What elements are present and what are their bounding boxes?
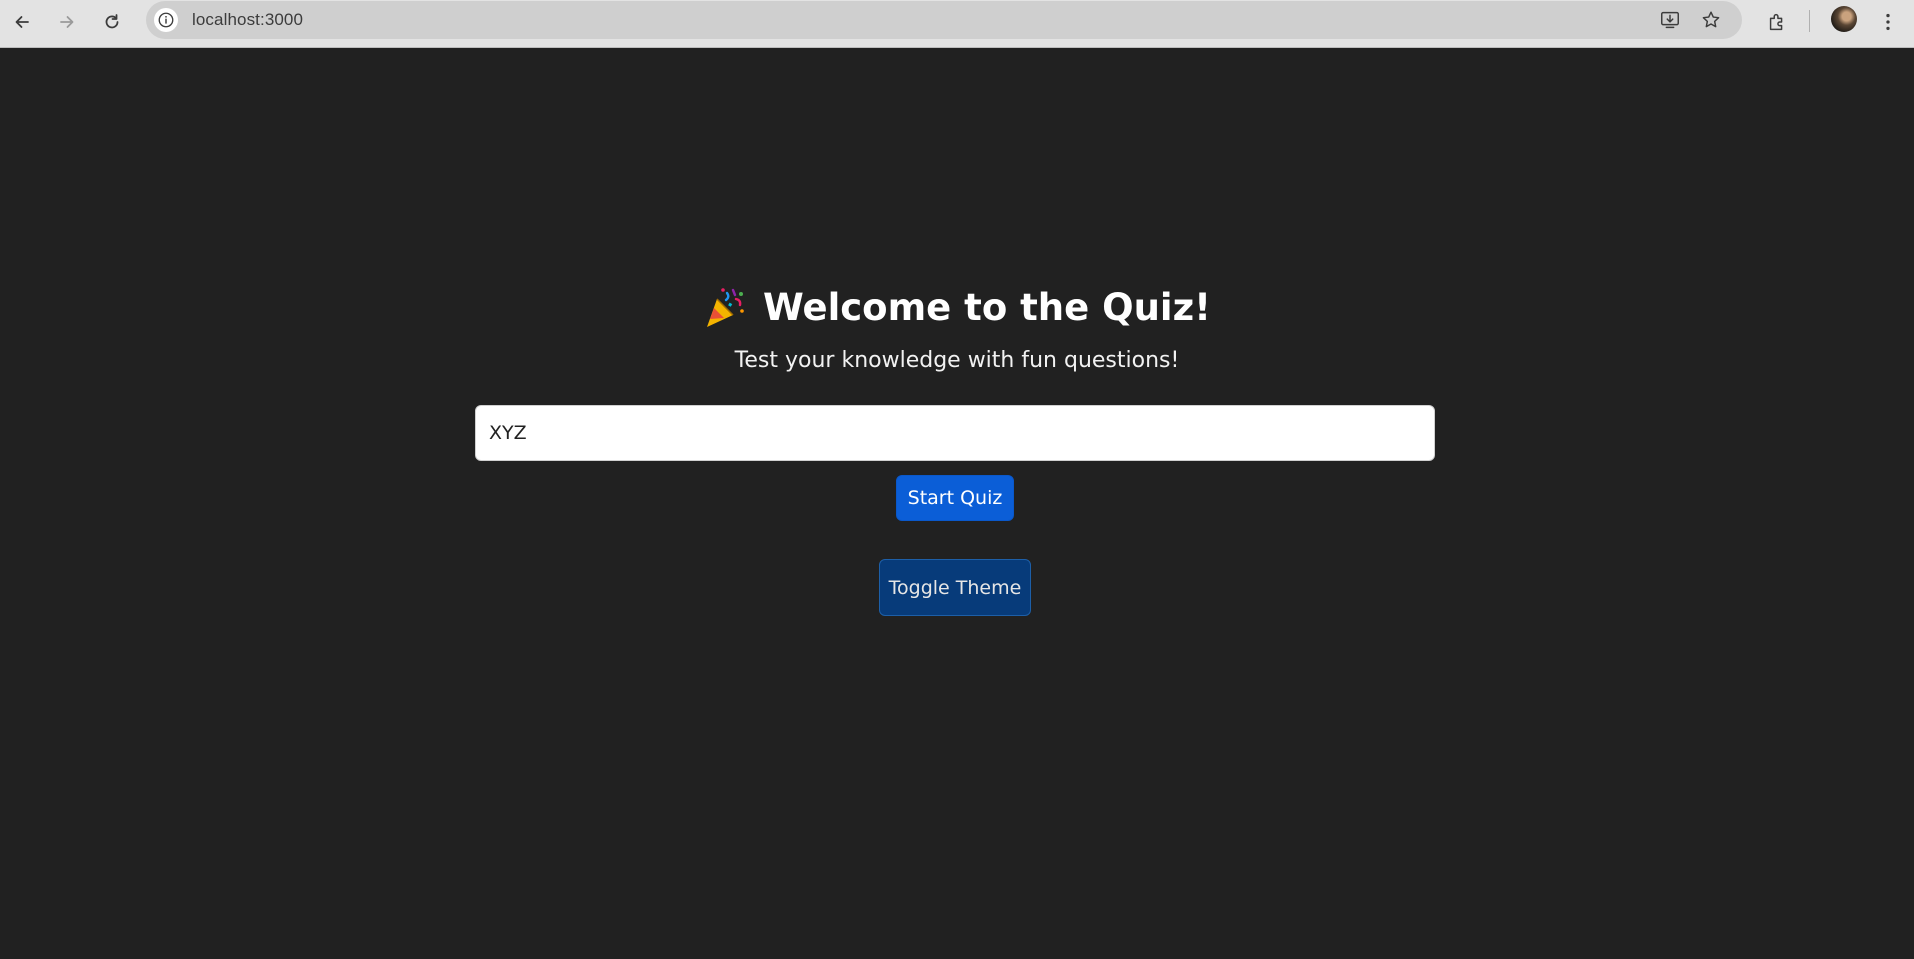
name-input[interactable] <box>475 405 1435 461</box>
start-quiz-button[interactable]: Start Quiz <box>896 475 1014 521</box>
title-row: Welcome to the Quiz! <box>0 285 1914 329</box>
page-subtitle: Test your knowledge with fun questions! <box>734 348 1180 373</box>
page-title: Welcome to the Quiz! <box>762 285 1212 329</box>
avatar[interactable] <box>1831 6 1857 32</box>
install-app-icon[interactable] <box>1658 8 1682 32</box>
party-popper-icon <box>706 288 744 327</box>
address-bar[interactable]: localhost:3000 <box>146 1 1742 39</box>
star-icon[interactable] <box>1699 8 1723 32</box>
url-text[interactable]: localhost:3000 <box>192 10 303 30</box>
browser-toolbar: localhost:3000 <box>0 0 1914 48</box>
back-arrow-icon[interactable] <box>6 6 38 38</box>
toolbar-divider <box>1809 10 1810 32</box>
forward-arrow-icon[interactable] <box>51 6 83 38</box>
info-icon[interactable] <box>154 8 178 32</box>
extensions-icon[interactable] <box>1761 6 1793 38</box>
toggle-theme-button[interactable]: Toggle Theme <box>879 559 1031 616</box>
kebab-menu-icon[interactable] <box>1872 6 1904 38</box>
reload-icon[interactable] <box>96 6 128 38</box>
